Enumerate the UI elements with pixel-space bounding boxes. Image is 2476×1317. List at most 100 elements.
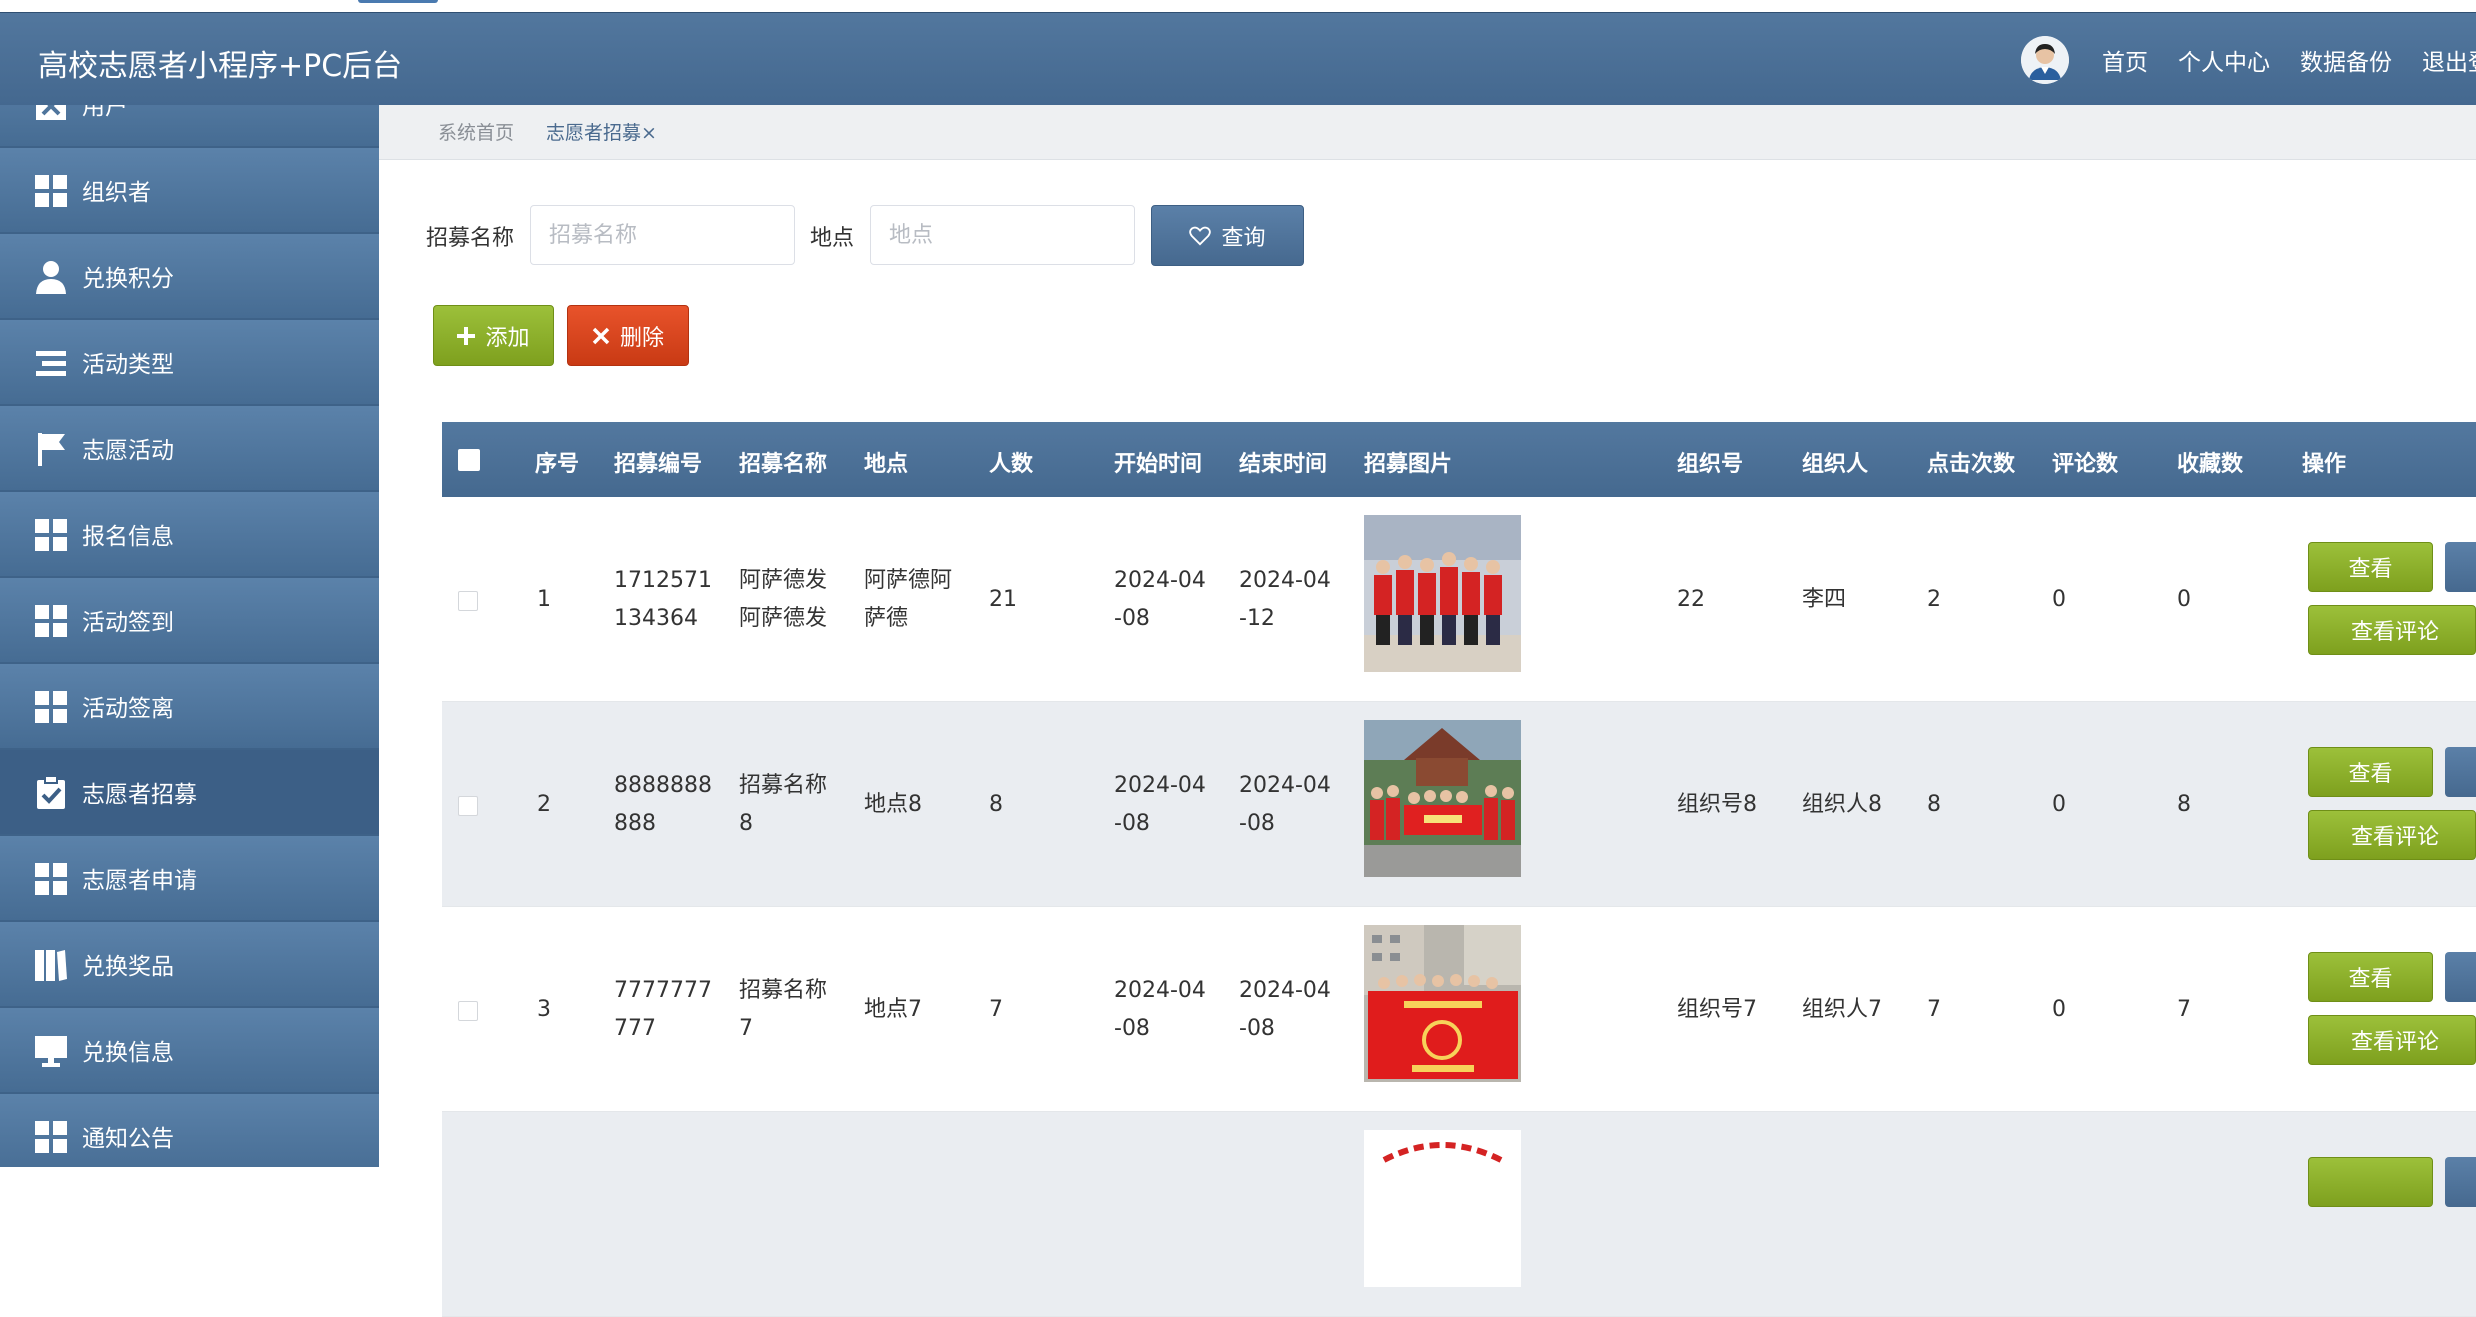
cell-org-no: 组织号8 <box>1677 792 1757 817</box>
nav-profile[interactable]: 个人中心 <box>2178 43 2270 77</box>
cell-start: 2024-04 -08 <box>1114 978 1206 1041</box>
nav-logout[interactable]: 退出登 <box>2422 43 2476 77</box>
cell-people: 21 <box>989 587 1017 612</box>
view-button[interactable]: 查看 <box>2308 952 2433 1002</box>
sidebar-item-checkout[interactable]: 活动签离 <box>0 664 379 750</box>
breadcrumb: 系统首页 志愿者招募× <box>379 105 2476 160</box>
top-strip <box>0 0 2476 12</box>
cell-organizer: 李四 <box>1802 587 1847 612</box>
col-header-image: 招募图片 <box>1364 452 1453 477</box>
grid-icon <box>35 1121 67 1153</box>
table-row <box>442 1112 2476 1317</box>
recruit-image[interactable] <box>1364 720 1521 877</box>
sidebar-item-label: 活动签离 <box>82 696 174 722</box>
edit-button[interactable] <box>2445 747 2476 797</box>
query-button[interactable]: 查询 <box>1151 205 1304 266</box>
view-button[interactable] <box>2308 1157 2433 1207</box>
edit-button[interactable] <box>2445 542 2476 592</box>
cell-favorites: 8 <box>2177 792 2191 817</box>
sidebar-item-organizer[interactable]: 组织者 <box>0 148 379 234</box>
sidebar-item-user[interactable]: 用户 <box>0 105 379 148</box>
grid-icon <box>35 605 67 637</box>
sidebar-item-label: 兑换信息 <box>82 1040 174 1066</box>
cell-index: 1 <box>537 587 551 612</box>
sidebar-item-label: 志愿活动 <box>82 438 174 464</box>
flag-icon <box>38 433 65 466</box>
list-icon <box>36 351 66 376</box>
col-header-favorites: 收藏数 <box>2177 452 2244 477</box>
nav-home[interactable]: 首页 <box>2102 43 2148 77</box>
view-comments-button[interactable]: 查看评论 <box>2308 1015 2476 1065</box>
cell-comments: 0 <box>2052 997 2066 1022</box>
col-header-actions: 操作 <box>2302 452 2347 477</box>
monitor-icon <box>35 1036 67 1067</box>
cell-comments: 0 <box>2052 587 2066 612</box>
browser-tab-indicator <box>358 0 438 3</box>
add-button[interactable]: 添加 <box>433 305 554 366</box>
cell-organizer: 组织人8 <box>1802 792 1882 817</box>
sidebar-item-label: 活动类型 <box>82 352 174 378</box>
user-avatar[interactable] <box>2021 36 2069 84</box>
plus-icon <box>457 326 476 345</box>
heart-icon <box>1189 226 1212 245</box>
grid-icon <box>35 519 67 551</box>
sidebar-item-activity-type[interactable]: 活动类型 <box>0 320 379 406</box>
view-comments-button[interactable]: 查看评论 <box>2308 605 2476 655</box>
edit-button[interactable] <box>2445 952 2476 1002</box>
view-button[interactable]: 查看 <box>2308 747 2433 797</box>
select-all-checkbox[interactable] <box>458 449 480 471</box>
sidebar-item-exchange-info[interactable]: 兑换信息 <box>0 1008 379 1094</box>
col-header-code: 招募编号 <box>614 452 703 477</box>
cell-people: 7 <box>989 997 1003 1022</box>
sidebar-item-label: 组织者 <box>82 180 151 206</box>
breadcrumb-current-tab[interactable]: 志愿者招募× <box>546 118 657 145</box>
add-button-label: 添加 <box>485 325 530 351</box>
sidebar-item-label: 活动签到 <box>82 610 174 636</box>
col-header-organizer: 组织人 <box>1802 452 1869 477</box>
sidebar-item-points[interactable]: 兑换积分 <box>0 234 379 320</box>
sidebar: 用户 组织者 兑换积分 活动类型 志愿活动 报名信息 活动签到 活动签离 志愿者… <box>0 105 379 1167</box>
sidebar-item-signup[interactable]: 报名信息 <box>0 492 379 578</box>
sidebar-item-checkin[interactable]: 活动签到 <box>0 578 379 664</box>
cell-clicks: 8 <box>1927 792 1941 817</box>
cell-start: 2024-04 -08 <box>1114 568 1206 631</box>
book-icon <box>35 950 67 981</box>
search-place-input[interactable] <box>870 205 1135 265</box>
cell-clicks: 2 <box>1927 587 1941 612</box>
cell-index: 2 <box>537 792 551 817</box>
sidebar-item-volunteer-activity[interactable]: 志愿活动 <box>0 406 379 492</box>
view-button[interactable]: 查看 <box>2308 542 2433 592</box>
breadcrumb-home[interactable]: 系统首页 <box>438 118 514 145</box>
recruit-image[interactable] <box>1364 515 1521 672</box>
delete-button[interactable]: 删除 <box>567 305 689 366</box>
col-header-clicks: 点击次数 <box>1927 452 2016 477</box>
grid-icon <box>35 863 67 895</box>
row-checkbox[interactable] <box>458 591 478 611</box>
recruit-image[interactable] <box>1364 1130 1521 1287</box>
sidebar-item-prizes[interactable]: 兑换奖品 <box>0 922 379 1008</box>
search-name-input[interactable] <box>530 205 795 265</box>
recruit-image[interactable] <box>1364 925 1521 1082</box>
cell-name: 招募名称 7 <box>739 978 828 1041</box>
edit-button[interactable] <box>2445 1157 2476 1207</box>
cell-place: 阿萨德阿 萨德 <box>864 568 953 631</box>
sidebar-item-notice[interactable]: 通知公告 <box>0 1094 379 1167</box>
col-header-name: 招募名称 <box>739 452 828 477</box>
col-header-org-no: 组织号 <box>1677 452 1744 477</box>
cell-index: 3 <box>537 997 551 1022</box>
cell-code: 8888888 888 <box>614 773 712 836</box>
view-comments-button[interactable]: 查看评论 <box>2308 810 2476 860</box>
sidebar-item-recruitment[interactable]: 志愿者招募 <box>0 750 379 836</box>
cell-name: 招募名称 8 <box>739 773 828 836</box>
col-header-comments: 评论数 <box>2052 452 2119 477</box>
sidebar-item-application[interactable]: 志愿者申请 <box>0 836 379 922</box>
sidebar-item-label: 志愿者申请 <box>82 868 197 894</box>
row-checkbox[interactable] <box>458 1001 478 1021</box>
row-checkbox[interactable] <box>458 796 478 816</box>
sidebar-item-label: 兑换积分 <box>82 266 174 292</box>
cell-organizer: 组织人7 <box>1802 997 1882 1022</box>
cell-people: 8 <box>989 792 1003 817</box>
table-row: 2 8888888 888 招募名称 8 地点8 8 2024-04 -08 2024… <box>442 702 2476 907</box>
table-row: 3 7777777 777 招募名称 7 地点7 7 2024-04 -08 2024… <box>442 907 2476 1112</box>
nav-backup[interactable]: 数据备份 <box>2300 43 2392 77</box>
